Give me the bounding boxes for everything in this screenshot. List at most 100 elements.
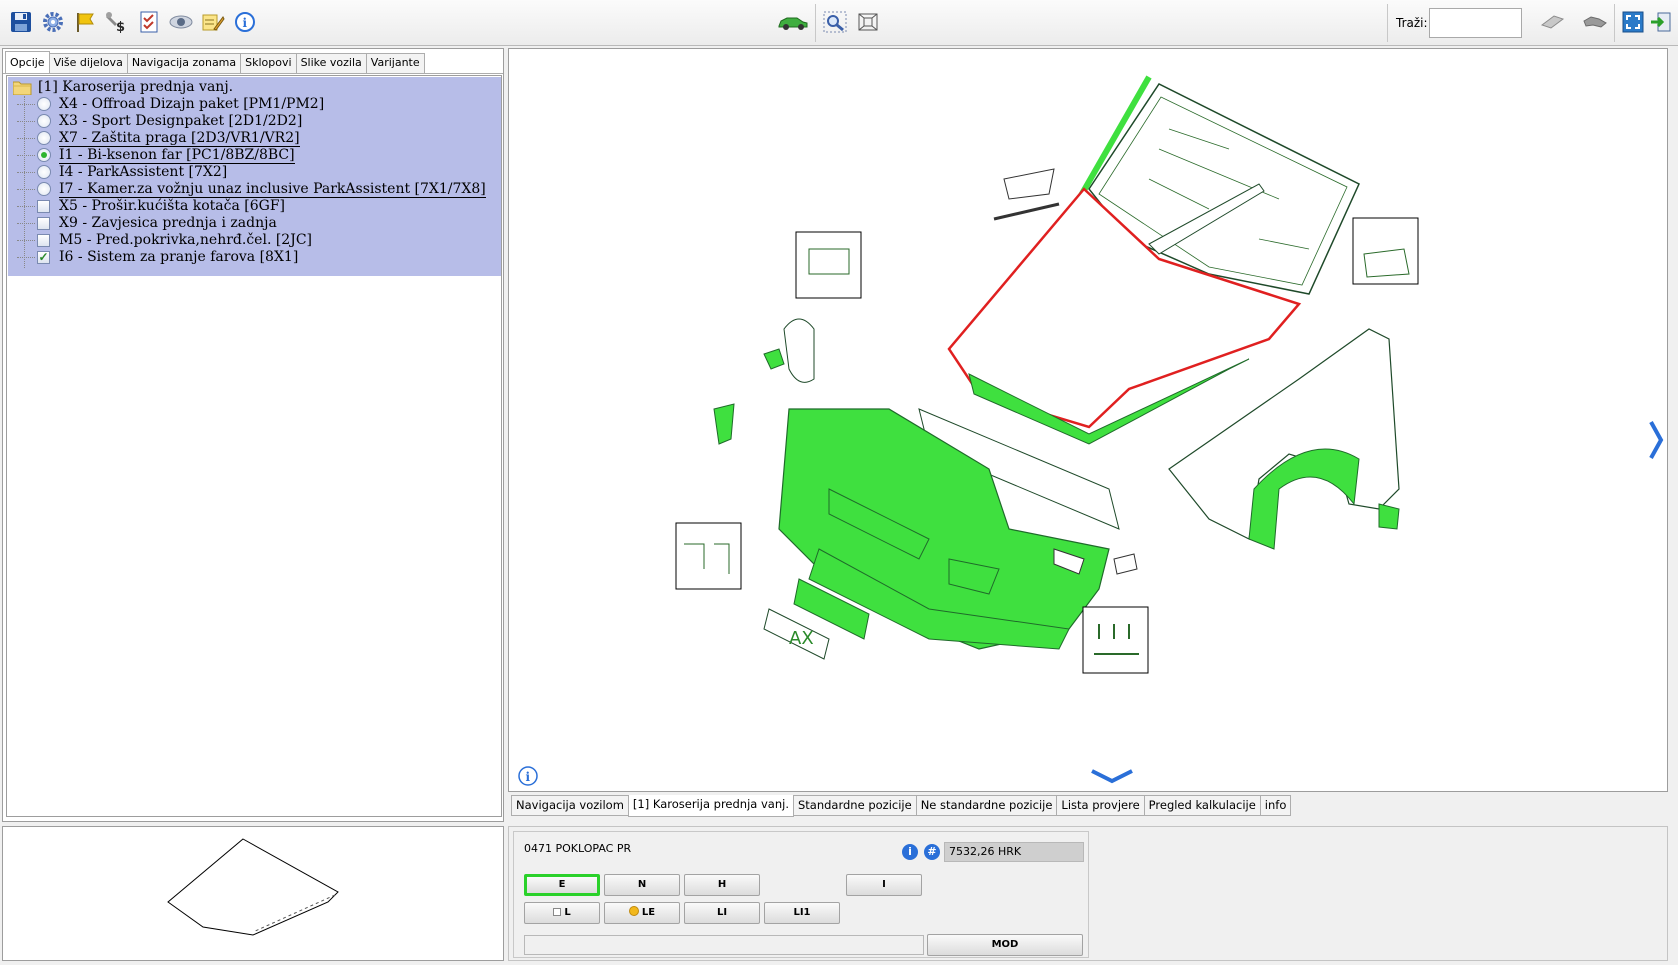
- tab-info[interactable]: info: [1259, 795, 1292, 816]
- operation-button-li1[interactable]: LI1: [764, 902, 840, 924]
- tab-lista-provjere[interactable]: Lista provjere: [1056, 795, 1145, 816]
- tab-navigacija-vozilom[interactable]: Navigacija vozilom: [511, 795, 629, 816]
- mod-button[interactable]: MOD: [927, 934, 1083, 956]
- checkbox[interactable]: [37, 233, 50, 247]
- tree-item-label: I7 - Kamer.za vožnju unaz inclusive Park…: [59, 180, 486, 198]
- chevron-down-icon[interactable]: [1090, 768, 1134, 787]
- main-toolbar: $ i Traži:: [0, 0, 1678, 46]
- svg-text:$: $: [116, 20, 125, 33]
- tree-root[interactable]: [1] Karoserija prednja vanj.: [12, 78, 233, 96]
- bracket[interactable]: [713, 403, 735, 445]
- options-tree: [1] Karoserija prednja vanj. X4 - Offroa…: [6, 75, 502, 817]
- tab-sklopovi[interactable]: Sklopovi: [240, 53, 297, 73]
- tab-opcije[interactable]: Opcije: [5, 51, 50, 73]
- folder-icon: [12, 80, 32, 95]
- zoom-fit-icon[interactable]: [855, 9, 881, 35]
- tree-item-m5[interactable]: M5 - Pred.pokrivka,nehrđ.čel. [2JC]: [17, 231, 312, 249]
- tab-standardne-pozicije[interactable]: Standardne pozicije: [792, 795, 917, 816]
- tab-varijante[interactable]: Varijante: [365, 53, 425, 73]
- search-label: Traži:: [1396, 16, 1428, 30]
- settings-gear-icon[interactable]: [40, 9, 66, 35]
- headlamp[interactable]: [783, 318, 815, 383]
- radio-button[interactable]: [37, 131, 51, 145]
- tab-pregled-kalkulacije[interactable]: Pregled kalkulacije: [1143, 795, 1261, 816]
- operation-button-n[interactable]: N: [604, 874, 680, 896]
- fender-clip[interactable]: [1378, 503, 1400, 530]
- tab-ne-standardne-pozicije[interactable]: Ne standardne pozicije: [915, 795, 1058, 816]
- part-thumbnail: [2, 826, 504, 961]
- radio-button[interactable]: [37, 182, 51, 196]
- exploded-parts-drawing[interactable]: AX: [509, 49, 1667, 791]
- eye-icon[interactable]: [168, 9, 194, 35]
- callout-box-2[interactable]: [1352, 217, 1419, 285]
- tools-dollar-icon[interactable]: $: [104, 9, 130, 35]
- part-name: 0471 POKLOPAC PR: [524, 842, 632, 855]
- operation-button-e[interactable]: E: [524, 874, 600, 896]
- tree-item-i4[interactable]: I4 - ParkAssistent [7X2]: [17, 163, 227, 181]
- tree-item-i6[interactable]: ✓ I6 - Sistem za pranje farova [8X1]: [17, 248, 298, 266]
- part-hash-icon[interactable]: #: [924, 844, 940, 860]
- operation-button-le[interactable]: LE: [604, 902, 680, 924]
- operation-button-li[interactable]: LI: [684, 902, 760, 924]
- options-panel: Opcije Više dijelova Navigacija zonama S…: [2, 48, 504, 822]
- gas-strut[interactable]: [993, 202, 1060, 221]
- washer-nozzle[interactable]: [1113, 553, 1138, 575]
- drawing-info-icon[interactable]: i: [518, 766, 538, 789]
- tree-item-label: X4 - Offroad Dizajn paket [PM1/PM2]: [59, 96, 325, 112]
- tab-karoserija[interactable]: [1] Karoserija prednja vanj.: [627, 795, 794, 817]
- operation-button-h[interactable]: H: [684, 874, 760, 896]
- link-icon[interactable]: [1580, 9, 1610, 35]
- checkbox[interactable]: [37, 199, 50, 213]
- button-label: L: [564, 907, 571, 918]
- fullscreen-icon[interactable]: [1620, 9, 1646, 35]
- tree-item-i1[interactable]: I1 - Bi-ksenon far [PC1/8BZ/8BC]: [17, 146, 295, 164]
- parts-drawing-panel: AX: [508, 48, 1668, 792]
- tree-item-label: I6 - Sistem za pranje farova [8X1]: [59, 249, 299, 265]
- tree-item-x4[interactable]: X4 - Offroad Dizajn paket [PM1/PM2]: [17, 95, 324, 113]
- notes-pencil-icon[interactable]: [200, 9, 226, 35]
- operation-button-i[interactable]: I: [846, 874, 922, 896]
- note-input[interactable]: [524, 935, 924, 955]
- tab-vise-dijelova[interactable]: Više dijelova: [48, 53, 128, 73]
- tab-navigacija-zonama[interactable]: Navigacija zonama: [126, 53, 242, 73]
- eraser-icon[interactable]: [1537, 9, 1567, 35]
- operation-button-l[interactable]: L: [524, 902, 600, 924]
- info-icon[interactable]: i: [232, 9, 258, 35]
- radio-button[interactable]: [37, 97, 51, 111]
- tree-item-x9[interactable]: X9 - Zavjesica prednja i zadnja: [17, 214, 277, 232]
- tree-item-label: I1 - Bi-ksenon far [PC1/8BZ/8BC]: [59, 146, 295, 164]
- callout-box-4[interactable]: [1082, 606, 1149, 674]
- checklist-icon[interactable]: [136, 9, 162, 35]
- chevron-right-icon[interactable]: [1648, 420, 1664, 463]
- radio-button[interactable]: [37, 114, 51, 128]
- tree-item-label: X7 - Zaštita praga [2D3/VR1/VR2]: [59, 129, 300, 147]
- tree-item-x7[interactable]: X7 - Zaštita praga [2D3/VR1/VR2]: [17, 129, 300, 147]
- radio-button[interactable]: [37, 165, 51, 179]
- sensor[interactable]: [763, 348, 785, 370]
- tree-item-label: I4 - ParkAssistent [7X2]: [59, 164, 228, 180]
- radio-button-selected[interactable]: [37, 148, 51, 162]
- part-detail-panel: 0471 POKLOPAC PR i # 7532,26 HRK E N H I…: [508, 826, 1668, 961]
- tree-item-x3[interactable]: X3 - Sport Designpaket [2D1/2D2]: [17, 112, 302, 130]
- tree-item-i7[interactable]: I7 - Kamer.za vožnju unaz inclusive Park…: [17, 180, 486, 198]
- square-icon: [553, 908, 562, 916]
- view-tabs: Navigacija vozilom [1] Karoserija prednj…: [511, 795, 1292, 817]
- part-price: 7532,26 HRK: [944, 842, 1084, 862]
- hinge[interactable]: [1003, 168, 1055, 200]
- zoom-area-icon[interactable]: [822, 9, 848, 35]
- save-icon[interactable]: [8, 9, 34, 35]
- flag-icon[interactable]: [72, 9, 98, 35]
- callout-box-3[interactable]: [675, 522, 742, 590]
- search-input[interactable]: [1429, 8, 1522, 38]
- callout-box-1[interactable]: [795, 231, 862, 299]
- button-label: LE: [641, 907, 656, 918]
- tab-slike-vozila[interactable]: Slike vozila: [295, 53, 367, 73]
- tree-item-x5[interactable]: X5 - Prošir.kućišta kotača [6GF]: [17, 197, 285, 215]
- left-tabs: Opcije Više dijelova Navigacija zonama S…: [5, 51, 425, 73]
- part-info-icon[interactable]: i: [902, 844, 918, 860]
- part-box: 0471 POKLOPAC PR i # 7532,26 HRK E N H I…: [513, 831, 1089, 958]
- checkbox-checked[interactable]: ✓: [37, 250, 50, 264]
- car-icon[interactable]: [776, 9, 810, 35]
- checkbox[interactable]: [37, 216, 50, 230]
- exit-icon[interactable]: [1648, 9, 1674, 35]
